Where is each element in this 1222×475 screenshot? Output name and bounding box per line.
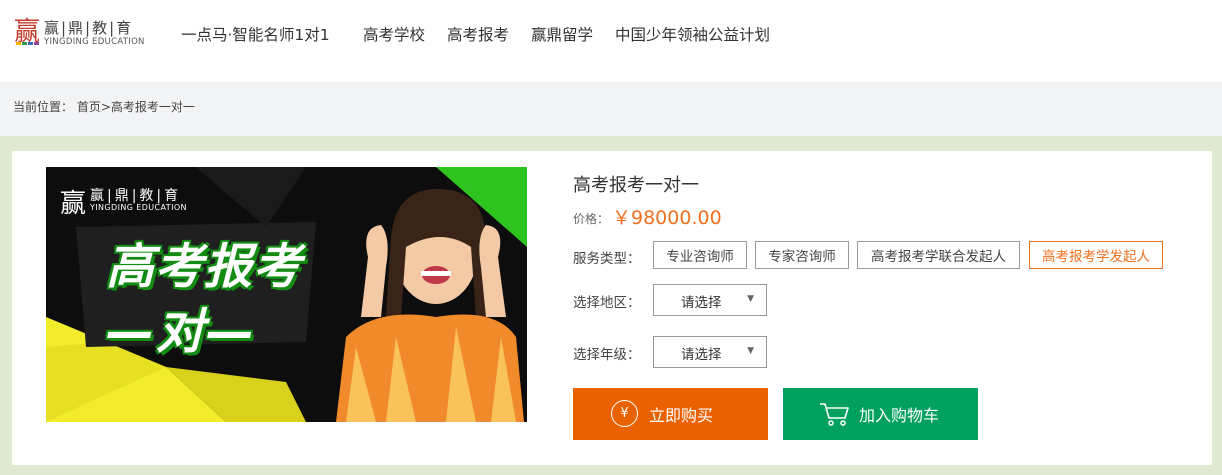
- breadcrumb-home-link[interactable]: 首页: [77, 100, 101, 114]
- nav-item-exam-application[interactable]: 高考报考: [447, 23, 509, 45]
- breadcrumb-bar: 当前位置： 首页>高考报考一对一: [0, 82, 1222, 136]
- nav-item-schools[interactable]: 高考学校: [363, 23, 425, 45]
- main-area: 赢 赢|鼎|教|育 YINGDING EDUCATION 高考报考 —对— 高考…: [0, 136, 1222, 475]
- banner-logo-cn: 赢|鼎|教|育: [90, 188, 182, 204]
- product-banner: 赢 赢|鼎|教|育 YINGDING EDUCATION 高考报考 —对—: [46, 167, 527, 422]
- logo-text-cn: 赢|鼎|教|育: [44, 19, 134, 37]
- breadcrumb: 当前位置： 首页>高考报考一对一: [13, 98, 195, 115]
- yen-icon: ¥: [611, 400, 638, 427]
- region-select[interactable]: 请选择 ▼: [653, 284, 767, 316]
- add-to-cart-label: 加入购物车: [859, 406, 940, 425]
- nav-item-study-abroad[interactable]: 赢鼎留学: [531, 23, 593, 45]
- nav-item-tutoring[interactable]: 一点马·智能名师1对1: [181, 23, 330, 45]
- banner-logo-en: YINGDING EDUCATION: [90, 203, 187, 212]
- breadcrumb-current: 高考报考一对一: [110, 100, 195, 114]
- price-label: 价格：: [573, 212, 610, 226]
- grade-select[interactable]: 请选择 ▼: [653, 336, 767, 368]
- region-label: 选择地区：: [573, 295, 641, 311]
- service-type-label: 服务类型：: [573, 251, 641, 267]
- grade-label: 选择年级：: [573, 347, 641, 363]
- site-logo[interactable]: 赢 赢|鼎|教|育 YINGDING EDUCATION: [14, 16, 154, 50]
- chevron-down-icon: ▼: [747, 346, 754, 356]
- banner-logo-glyph: 赢: [60, 189, 87, 219]
- service-option-expert[interactable]: 专家咨询师: [755, 241, 849, 269]
- region-select-value: 请选择: [681, 295, 722, 311]
- service-option-professional[interactable]: 专业咨询师: [653, 241, 747, 269]
- svg-text:赢: 赢: [14, 17, 40, 46]
- product-title: 高考报考一对一: [573, 175, 699, 196]
- breadcrumb-prefix: 当前位置：: [13, 100, 74, 114]
- breadcrumb-separator: >: [100, 100, 111, 114]
- buy-now-label: 立即购买: [649, 406, 714, 425]
- grade-select-value: 请选择: [681, 347, 722, 363]
- product-card: 赢 赢|鼎|教|育 YINGDING EDUCATION 高考报考 —对— 高考…: [12, 151, 1212, 465]
- site-header: 赢 赢|鼎|教|育 YINGDING EDUCATION 一点马·智能名师1对1…: [0, 0, 1222, 82]
- service-option-founder[interactable]: 高考报考学发起人: [1029, 241, 1163, 269]
- banner-title: 高考报考: [106, 239, 303, 295]
- add-to-cart-button[interactable]: 加入购物车: [783, 388, 978, 440]
- chevron-down-icon: ▼: [747, 294, 754, 304]
- shopping-cart-icon: [820, 403, 849, 426]
- nav-item-youth-leader[interactable]: 中国少年领袖公益计划: [615, 23, 770, 45]
- banner-subtitle: —对—: [106, 304, 257, 360]
- product-price: ￥98000.00: [612, 207, 722, 229]
- logo-mark-icon: 赢: [14, 17, 40, 46]
- logo-text-en: YINGDING EDUCATION: [44, 37, 145, 47]
- service-option-co-founder[interactable]: 高考报考学联合发起人: [857, 241, 1020, 269]
- buy-now-button[interactable]: ¥ 立即购买: [573, 388, 768, 440]
